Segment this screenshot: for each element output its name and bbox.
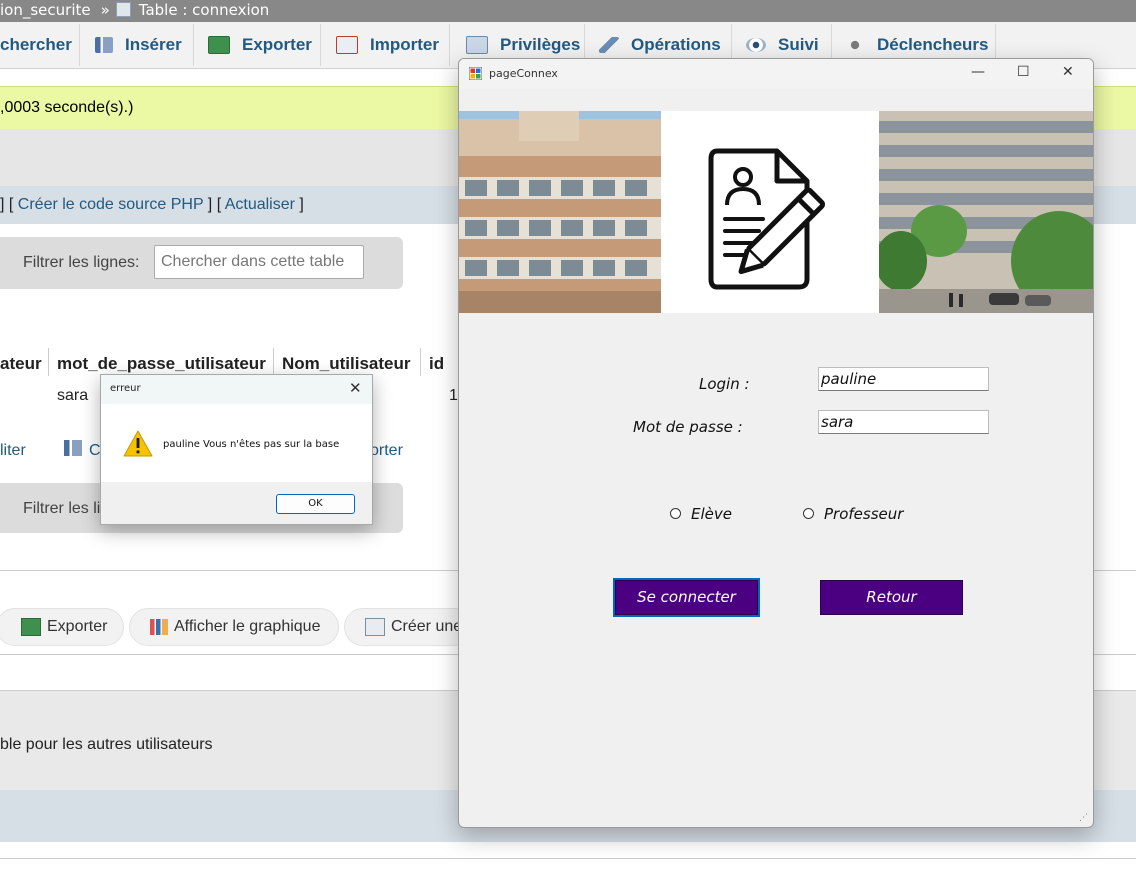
import-icon bbox=[336, 36, 358, 54]
tab-insert[interactable]: Insérer bbox=[80, 24, 194, 66]
privileges-icon bbox=[466, 36, 488, 54]
window-title: pageConnex bbox=[489, 67, 558, 80]
table-cell-id[interactable]: 1 bbox=[449, 387, 458, 405]
export-button-label: Exporter bbox=[47, 618, 108, 635]
login-label: Login : bbox=[699, 375, 750, 393]
export-icon bbox=[21, 618, 41, 636]
error-message: pauline Vous n'êtes pas sur la base bbox=[163, 439, 340, 450]
breadcrumb-table[interactable]: Table : connexion bbox=[139, 1, 270, 19]
column-divider bbox=[420, 348, 421, 376]
banner bbox=[459, 111, 1093, 313]
insert-icon bbox=[95, 37, 113, 53]
school-building-photo-right bbox=[879, 111, 1093, 313]
divider bbox=[0, 858, 1136, 859]
table-icon bbox=[115, 2, 131, 17]
close-icon[interactable]: ✕ bbox=[349, 379, 362, 397]
password-label: Mot de passe : bbox=[633, 418, 743, 436]
student-radio-label[interactable]: Elève bbox=[691, 505, 732, 523]
tab-export[interactable]: Exporter bbox=[194, 24, 321, 66]
refresh-link[interactable]: Actualiser bbox=[225, 196, 295, 213]
tab-search[interactable]: chercher bbox=[0, 24, 80, 66]
breadcrumb-database[interactable]: ion_securite bbox=[0, 1, 91, 19]
links-suffix: ] bbox=[294, 196, 304, 213]
tab-triggers-label: Déclencheurs bbox=[877, 35, 989, 54]
copy-icon bbox=[64, 440, 82, 456]
tab-export-label: Exporter bbox=[242, 35, 312, 54]
student-radio[interactable] bbox=[670, 508, 681, 519]
success-message-text: ,0003 seconde(s).) bbox=[0, 99, 134, 116]
tab-operations-label: Opérations bbox=[631, 35, 721, 54]
export-button[interactable]: Exporter bbox=[0, 608, 124, 646]
bookmark-note: ble pour les autres utilisateurs bbox=[0, 736, 213, 753]
ok-button[interactable]: OK bbox=[276, 494, 355, 514]
column-header-id[interactable]: id bbox=[429, 354, 444, 374]
back-button[interactable]: Retour bbox=[820, 580, 963, 615]
tab-insert-label: Insérer bbox=[125, 35, 182, 54]
filter-rows-label-bottom: Filtrer les li bbox=[23, 500, 101, 517]
resize-grip-icon[interactable]: ⋰ bbox=[1079, 813, 1088, 823]
connect-button[interactable]: Se connecter bbox=[613, 578, 760, 617]
window-title-bar[interactable]: pageConnex — ☐ ✕ bbox=[459, 59, 1093, 89]
tab-privileges-label: Privilèges bbox=[500, 35, 581, 54]
bar-chart-icon bbox=[150, 619, 168, 635]
minimize-icon[interactable]: — bbox=[971, 64, 985, 80]
error-dialog-title-bar[interactable]: erreur ✕ bbox=[101, 375, 372, 404]
copy-link[interactable]: C bbox=[89, 442, 101, 460]
export-icon bbox=[208, 36, 230, 54]
create-php-link[interactable]: Créer le code source PHP bbox=[18, 196, 204, 213]
tab-search-label: chercher bbox=[0, 35, 72, 54]
column-divider bbox=[48, 348, 49, 376]
filter-rows-label: Filtrer les lignes: bbox=[23, 254, 140, 271]
tab-import[interactable]: Importer bbox=[321, 24, 450, 66]
login-input[interactable]: pauline bbox=[818, 367, 989, 391]
column-header-name[interactable]: Nom_utilisateur bbox=[282, 354, 410, 374]
school-building-photo-left bbox=[459, 111, 661, 313]
triggers-icon bbox=[845, 37, 865, 53]
warning-icon bbox=[123, 430, 153, 457]
column-header-password[interactable]: mot_de_passe_utilisateur bbox=[57, 354, 266, 374]
teacher-radio-label[interactable]: Professeur bbox=[824, 505, 903, 523]
password-input[interactable]: sara bbox=[818, 410, 989, 434]
export-link[interactable]: orter bbox=[370, 442, 403, 460]
pageconnex-window: pageConnex — ☐ ✕ Login: pauline Mot de … bbox=[458, 58, 1094, 828]
teacher-radio[interactable] bbox=[803, 508, 814, 519]
table-cell-password[interactable]: sara bbox=[57, 387, 88, 405]
maximize-icon[interactable]: ☐ bbox=[1017, 64, 1030, 80]
create-view-button-label: Créer une bbox=[391, 618, 463, 635]
create-view-button[interactable]: Créer une bbox=[344, 608, 474, 646]
wrench-icon bbox=[599, 37, 619, 53]
tab-tracking-label: Suivi bbox=[778, 35, 819, 54]
edit-link[interactable]: liter bbox=[0, 442, 26, 460]
error-dialog-body: pauline Vous n'êtes pas sur la base bbox=[101, 404, 372, 482]
filter-rows-box: Filtrer les lignes: Chercher dans cette … bbox=[0, 237, 403, 289]
show-chart-button-label: Afficher le graphique bbox=[174, 618, 321, 635]
app-icon bbox=[469, 67, 482, 80]
filter-rows-input[interactable]: Chercher dans cette table bbox=[154, 245, 364, 279]
document-edit-icon bbox=[708, 148, 826, 290]
links-middle: ] [ bbox=[203, 196, 225, 213]
error-dialog: erreur ✕ pauline Vous n'êtes pas sur la … bbox=[100, 374, 373, 525]
close-icon[interactable]: ✕ bbox=[1062, 64, 1074, 80]
eye-icon bbox=[746, 38, 766, 52]
links-prefix: ] [ bbox=[0, 196, 18, 213]
tab-import-label: Importer bbox=[370, 35, 439, 54]
create-view-icon bbox=[365, 618, 385, 636]
breadcrumb-separator: » bbox=[100, 1, 110, 19]
show-chart-button[interactable]: Afficher le graphique bbox=[129, 608, 339, 646]
column-divider bbox=[273, 348, 274, 376]
error-dialog-title: erreur bbox=[110, 383, 141, 394]
column-header-user[interactable]: ateur bbox=[0, 354, 42, 374]
breadcrumb: ion_securite » Table : connexion bbox=[0, 0, 1136, 22]
